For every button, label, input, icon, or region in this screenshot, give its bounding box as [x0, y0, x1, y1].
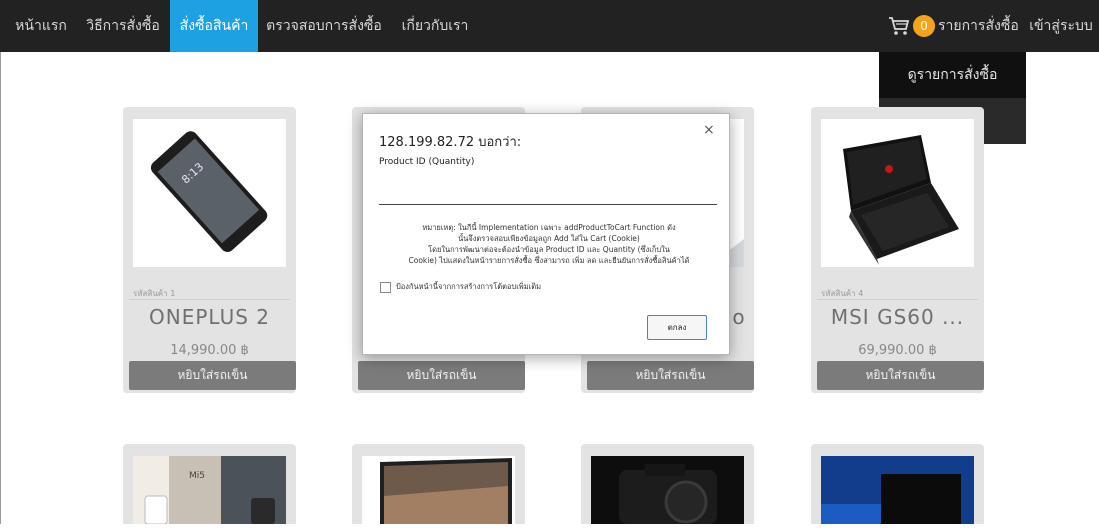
- product-name: MSI GS60 ...: [830, 305, 965, 329]
- prevent-dialogs-checkbox[interactable]: [380, 282, 391, 293]
- product-image[interactable]: [821, 456, 974, 524]
- product-price: 14,990.00 ฿: [170, 343, 249, 358]
- dialog-title: 128.199.82.72 บอกว่า:: [379, 135, 522, 150]
- add-to-cart-button[interactable]: หยิบใส่รถเข็น: [817, 361, 984, 390]
- product-card: [352, 444, 525, 524]
- dialog-prompt: Product ID (Quantity): [379, 157, 475, 167]
- product-image[interactable]: [591, 456, 744, 524]
- dialog-message-line: Cookie) ไปแสดงในหน้ารายการสั่งซื้อ ซึ่งส…: [408, 256, 690, 265]
- laptop-image-icon: [843, 135, 959, 265]
- nav-login[interactable]: เข้าสู่ระบบ: [1028, 0, 1094, 52]
- divider: [817, 299, 978, 300]
- product-card: รหัสสินค้า 4 MSI GS60 ... 69,990.00 ฿ หย…: [811, 107, 984, 393]
- product-image[interactable]: Mi5: [133, 456, 286, 525]
- nav-how-to-order[interactable]: วิธีการสั่งซื้อ: [80, 0, 166, 52]
- nav-shop[interactable]: สั่งซื้อสินค้า: [170, 0, 258, 52]
- product-name: o: [732, 305, 746, 329]
- dialog-message: หมายเหตุ: ในกีนี้ Implementation เฉพาะ a…: [379, 222, 719, 266]
- cart-count-badge: 0: [913, 15, 935, 37]
- nav-home[interactable]: หน้าแรก: [10, 0, 72, 52]
- nav-check-order[interactable]: ตรวจสอบการสั่งซื้อ: [262, 0, 386, 52]
- product-image[interactable]: [362, 456, 515, 524]
- svg-text:Mi5: Mi5: [189, 471, 205, 481]
- dialog-message-line: โดยในการพัฒนาต่อจะต้องนำข้อมูล Product I…: [428, 245, 670, 254]
- nav-cart-orders[interactable]: รายการสั่งซื้อ: [938, 0, 1019, 52]
- close-icon[interactable]: ×: [703, 122, 715, 138]
- alert-dialog: 128.199.82.72 บอกว่า: × Product ID (Quan…: [362, 113, 730, 355]
- nav-about[interactable]: เกี่ยวกับเรา: [390, 0, 480, 52]
- shopping-cart-icon[interactable]: [888, 16, 910, 36]
- product-card: [811, 444, 984, 524]
- add-to-cart-button[interactable]: หยิบใส่รถเข็น: [587, 361, 754, 390]
- divider: [129, 299, 290, 300]
- dialog-separator: [379, 204, 717, 205]
- tv-image-icon: [380, 458, 512, 524]
- page-left-border: [0, 52, 1, 524]
- product-card: Mi5: [123, 444, 296, 525]
- product-card: [581, 444, 754, 524]
- add-to-cart-button[interactable]: หยิบใส่รถเข็น: [358, 361, 525, 390]
- phone-image-icon: 8:13: [150, 131, 268, 252]
- top-navbar: หน้าแรก วิธีการสั่งซื้อ สั่งซื้อสินค้า ต…: [0, 0, 1099, 52]
- dialog-message-line: นั้นจึงตรวจสอบเพียงข้อมูลถูก Add ใส่ใน C…: [458, 234, 640, 243]
- product-price: 69,990.00 ฿: [858, 343, 937, 358]
- phone-image-icon: Mi5: [133, 456, 286, 525]
- product-name: ONEPLUS 2: [149, 305, 270, 329]
- add-to-cart-button[interactable]: หยิบใส่รถเข็น: [129, 361, 296, 390]
- product-image[interactable]: 8:13: [133, 119, 286, 267]
- product-card: 8:13 รหัสสินค้า 1 ONEPLUS 2 14,990.00 ฿ …: [123, 107, 296, 393]
- product-image[interactable]: [821, 119, 974, 267]
- dialog-message-line: หมายเหตุ: ในกีนี้ Implementation เฉพาะ a…: [422, 223, 676, 232]
- dropdown-view-orders[interactable]: ดูรายการสั่งซื้อ: [879, 52, 1026, 98]
- prevent-dialogs-label: ป้องกันหน้านี้จากการสร้างการโต้ตอบเพิ่มเ…: [396, 282, 542, 291]
- console-image-icon: [821, 456, 974, 524]
- camera-image-icon: [591, 456, 744, 524]
- ok-button[interactable]: ตกลง: [647, 315, 707, 340]
